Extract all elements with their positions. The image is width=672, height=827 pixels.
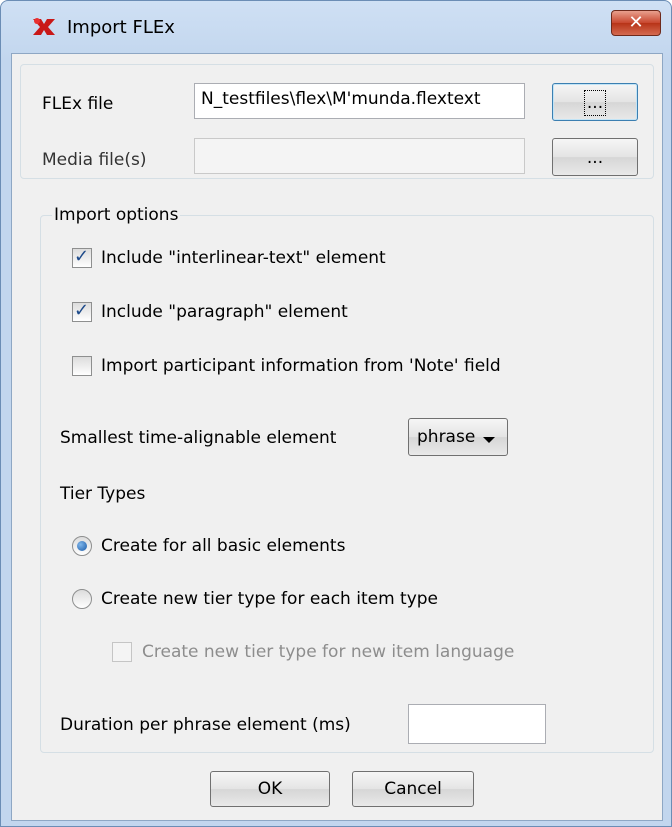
import-participant-checkbox[interactable] xyxy=(72,356,92,376)
import-participant-label[interactable]: Import participant information from 'Not… xyxy=(101,356,501,376)
flex-file-field[interactable]: N_testfiles\flex\M'munda.flextext xyxy=(194,83,525,119)
tier-new-language-label: Create new tier type for new item langua… xyxy=(142,642,515,662)
duration-field[interactable] xyxy=(408,704,546,744)
smallest-element-label: Smallest time-alignable element xyxy=(60,428,337,448)
close-icon: ✕ xyxy=(628,12,644,33)
browse-label: ... xyxy=(583,90,607,116)
flex-file-browse-button[interactable]: ... xyxy=(552,83,638,121)
window-title: Import FLEx xyxy=(67,17,175,38)
tier-all-basic-radio[interactable] xyxy=(72,536,92,556)
radio-selected-dot xyxy=(77,541,87,551)
chevron-down-icon xyxy=(483,437,495,443)
cancel-label: Cancel xyxy=(384,779,442,799)
tier-all-basic-label[interactable]: Create for all basic elements xyxy=(101,536,345,556)
check-icon: ✓ xyxy=(74,300,90,321)
cancel-button[interactable]: Cancel xyxy=(352,771,474,807)
tier-each-item-radio[interactable] xyxy=(72,589,92,609)
media-files-browse-button[interactable]: ... xyxy=(552,138,638,176)
elan-app-icon xyxy=(33,18,55,35)
duration-label: Duration per phrase element (ms) xyxy=(60,715,351,735)
smallest-element-value: phrase xyxy=(417,427,476,447)
media-files-label: Media file(s) xyxy=(42,150,147,170)
close-button[interactable]: ✕ xyxy=(611,10,661,36)
ok-button[interactable]: OK xyxy=(210,771,330,807)
include-paragraph-label[interactable]: Include "paragraph" element xyxy=(101,302,348,322)
dialog-content: FLEx file N_testfiles\flex\M'munda.flext… xyxy=(11,53,663,821)
media-files-field[interactable] xyxy=(194,138,525,174)
include-interlinear-checkbox[interactable]: ✓ xyxy=(72,246,92,268)
tier-new-language-checkbox[interactable] xyxy=(112,642,132,662)
include-paragraph-checkbox[interactable]: ✓ xyxy=(72,300,92,322)
tier-each-item-label[interactable]: Create new tier type for each item type xyxy=(101,589,438,609)
title-bar[interactable]: Import FLEx ✕ xyxy=(1,1,671,53)
check-icon: ✓ xyxy=(74,246,90,267)
smallest-element-dropdown[interactable]: phrase xyxy=(408,418,508,456)
import-options-title: Import options xyxy=(52,205,181,225)
ok-label: OK xyxy=(257,779,283,799)
tier-types-label: Tier Types xyxy=(60,484,146,504)
flex-file-label: FLEx file xyxy=(42,94,114,114)
browse-label: ... xyxy=(586,148,604,168)
include-interlinear-label[interactable]: Include "interlinear-text" element xyxy=(101,248,386,268)
import-flex-dialog: Import FLEx ✕ FLEx file N_testfiles\flex… xyxy=(0,0,672,827)
